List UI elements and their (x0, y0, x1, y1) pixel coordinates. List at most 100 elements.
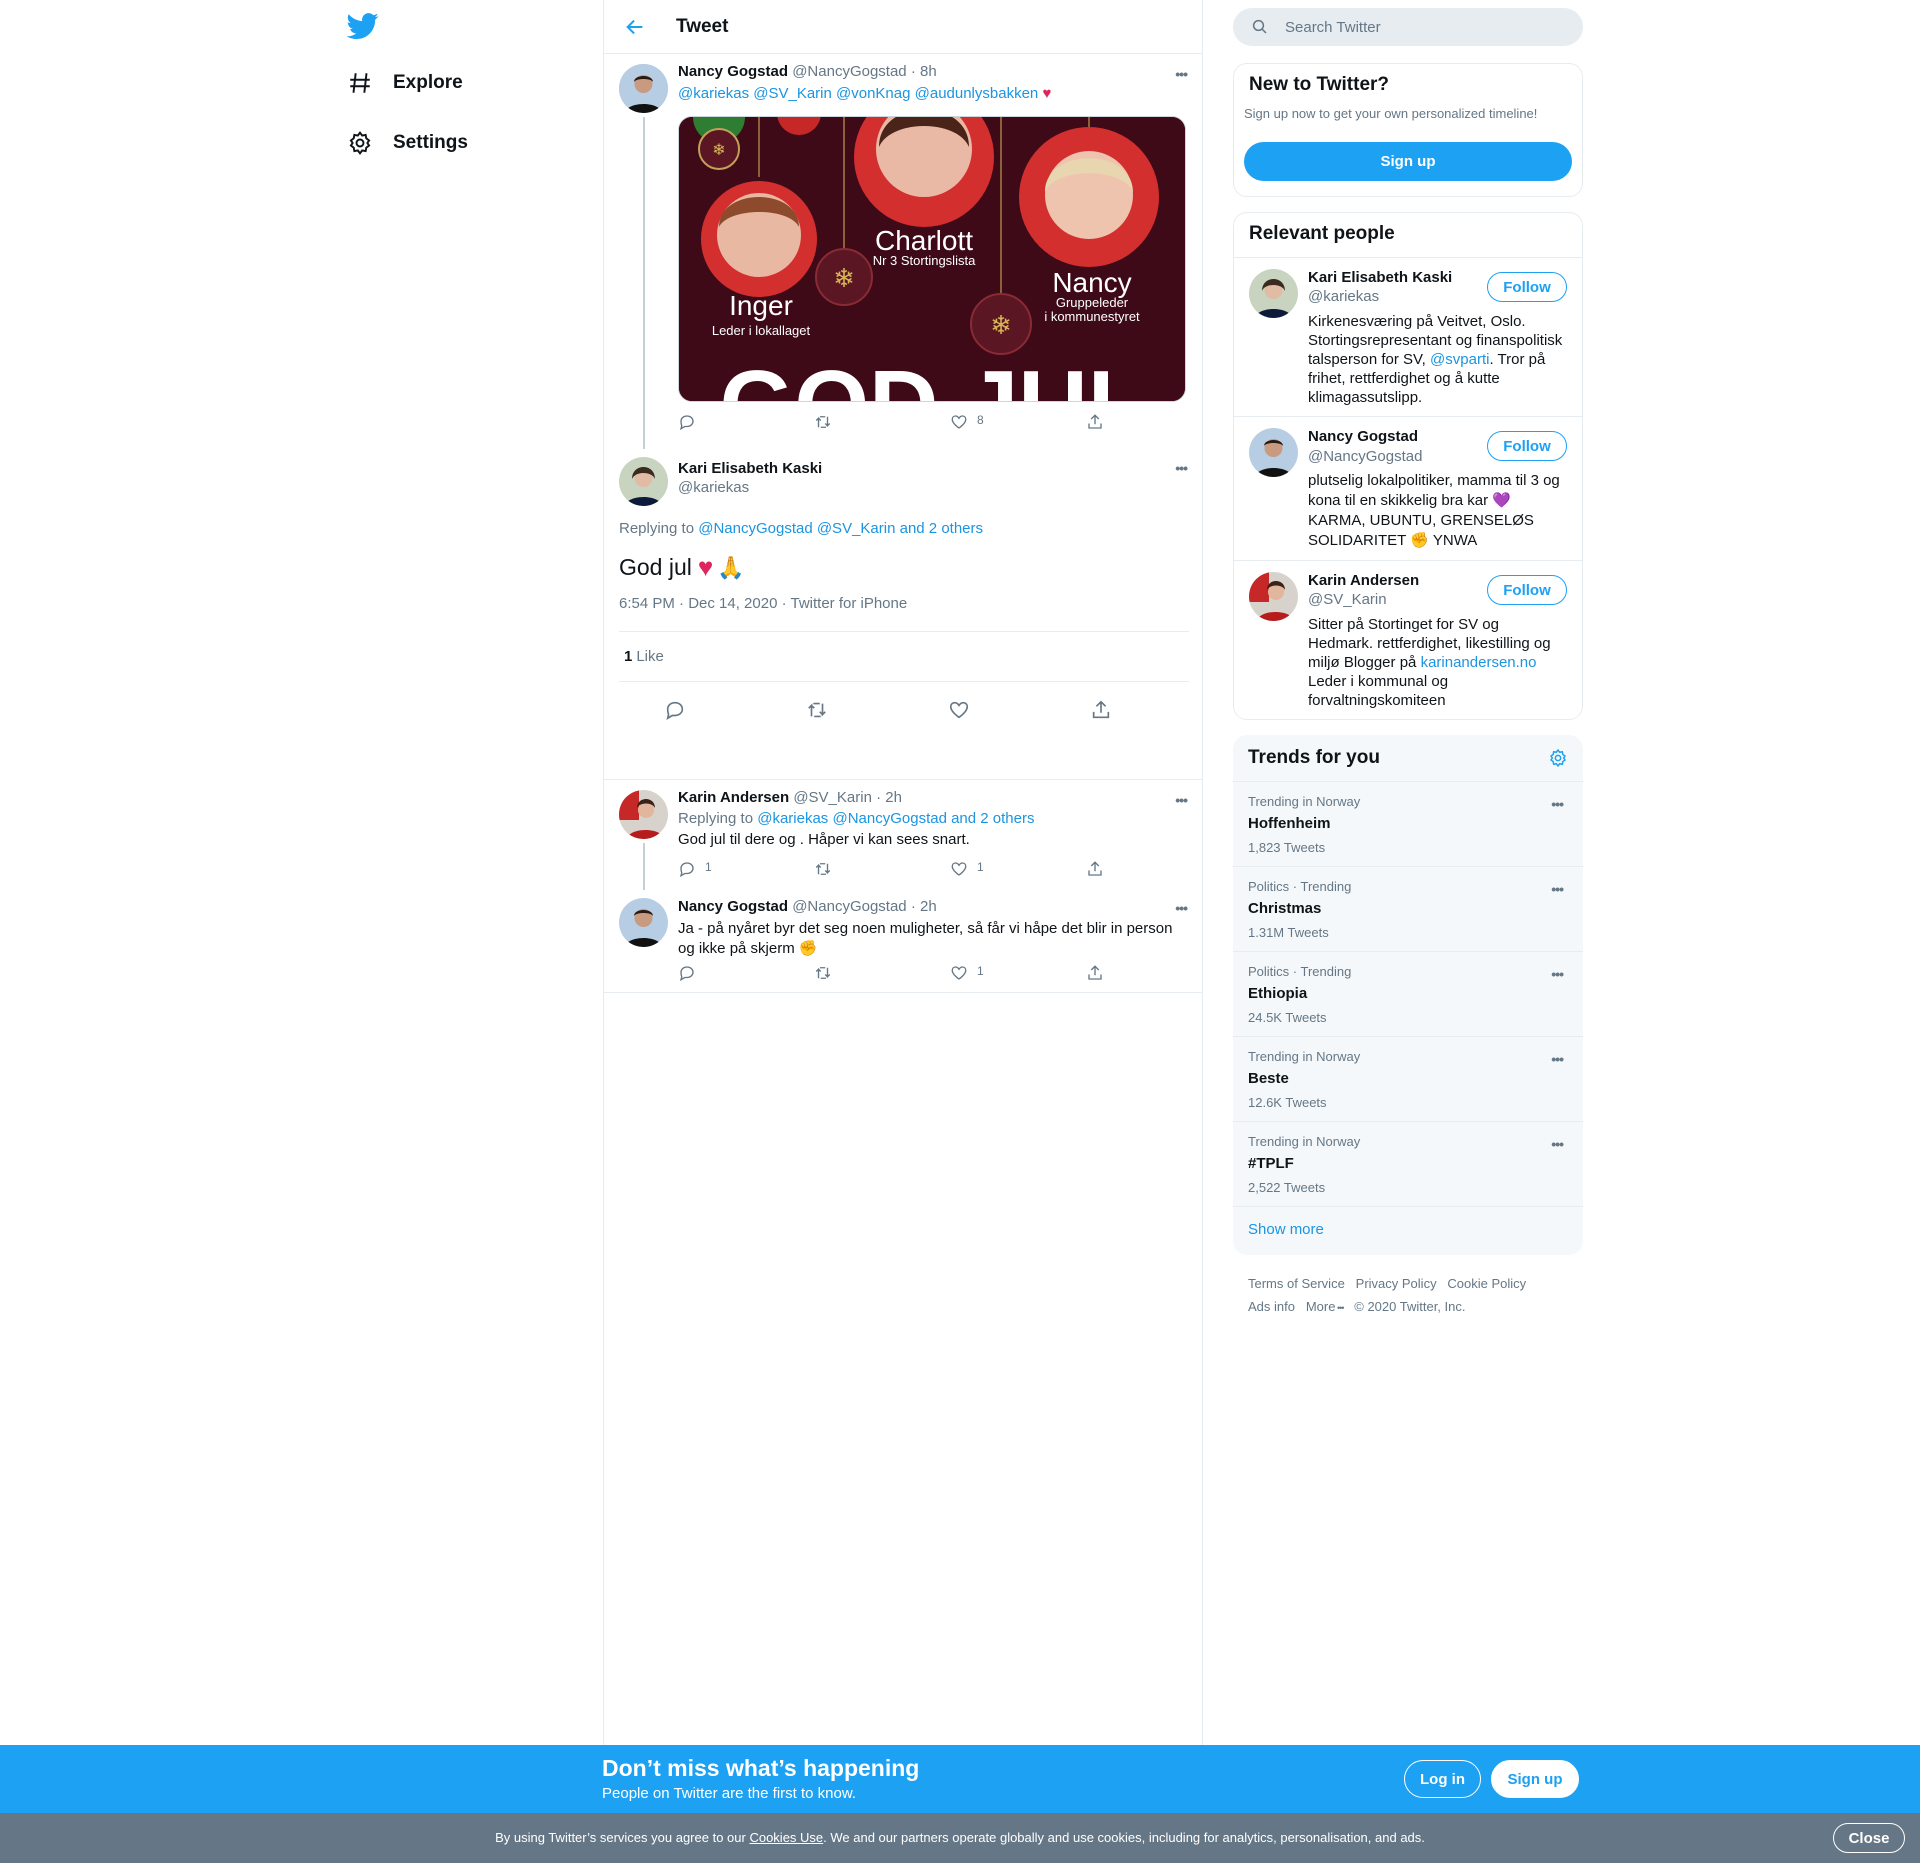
like-button[interactable]: 1 (950, 860, 1086, 878)
author-handle[interactable]: @NancyGogstad (792, 63, 906, 80)
cookie-close-button[interactable]: Close (1833, 1823, 1905, 1853)
follow-button[interactable]: Follow (1487, 431, 1567, 461)
reply-button[interactable]: 1 (678, 860, 814, 878)
like-button[interactable]: 8 (950, 413, 1086, 431)
more-options-icon[interactable]: ••• (1551, 1051, 1564, 1067)
replying-mentions[interactable]: @kariekas @NancyGogstad and 2 others (757, 810, 1034, 827)
avatar[interactable] (619, 790, 668, 839)
nav-explore[interactable]: Explore (347, 63, 463, 103)
share-button[interactable] (1086, 860, 1222, 878)
focal-actions (664, 699, 1232, 721)
avatar[interactable] (1249, 572, 1298, 621)
trends-settings-icon[interactable] (1548, 748, 1568, 768)
like-button[interactable] (948, 699, 1090, 721)
more-options-icon[interactable]: ••• (1175, 900, 1188, 916)
back-arrow-icon[interactable] (624, 16, 646, 38)
avatar[interactable] (619, 457, 668, 506)
trends-title: Trends for you (1248, 747, 1380, 768)
follow-button[interactable]: Follow (1487, 575, 1567, 605)
reply-button[interactable] (678, 964, 814, 982)
bio-link[interactable]: @svparti (1430, 351, 1489, 368)
author-handle[interactable]: @SV_Karin (793, 789, 872, 806)
retweet-button[interactable] (814, 860, 950, 878)
retweet-icon (815, 967, 831, 979)
image-name-1: Inger (729, 290, 793, 321)
reply-button[interactable] (664, 699, 806, 721)
more-options-icon[interactable]: ••• (1175, 792, 1188, 808)
banner-signup-button[interactable]: Sign up (1491, 1760, 1579, 1798)
image-role-4: i kommunestyret (1044, 309, 1140, 324)
author-name[interactable]: Nancy Gogstad (678, 63, 788, 80)
trend-count: 1.31M Tweets (1248, 925, 1329, 940)
twitter-logo-icon[interactable] (347, 10, 379, 42)
author-name[interactable]: Nancy Gogstad (678, 898, 788, 915)
more-options-icon[interactable]: ••• (1551, 796, 1564, 812)
login-button[interactable]: Log in (1404, 1760, 1481, 1798)
trend-item[interactable]: Politics · Trending Christmas 1.31M Twee… (1233, 866, 1583, 951)
tweet-time[interactable]: · 8h (911, 63, 937, 80)
avatar[interactable] (619, 64, 668, 113)
more-options-icon[interactable]: ••• (1175, 66, 1188, 82)
parent-tweet[interactable]: Nancy Gogstad @NancyGogstad · 8h ••• @ka… (604, 54, 1202, 449)
tweet-image[interactable]: ❄ ❄ ❄ Inger Leder i lokallaget Charlott … (678, 116, 1186, 402)
trend-item[interactable]: Trending in Norway Beste 12.6K Tweets ••… (1233, 1036, 1583, 1121)
more-link[interactable]: More (1306, 1299, 1336, 1314)
replying-more[interactable]: and 2 others (900, 520, 983, 537)
trend-item[interactable]: Politics · Trending Ethiopia 24.5K Tweet… (1233, 951, 1583, 1036)
trend-context: Trending in Norway (1248, 1134, 1361, 1149)
cookies-use-link[interactable]: Cookies Use (749, 1830, 823, 1845)
likes-row[interactable]: 1 Like (619, 631, 1189, 682)
person-card[interactable]: Follow Kari Elisabeth Kaski @kariekas Ki… (1234, 257, 1582, 416)
reply-tweet[interactable]: Karin Andersen @SV_Karin · 2h ••• Replyi… (604, 780, 1202, 890)
retweet-button[interactable] (814, 964, 950, 982)
terms-link[interactable]: Terms of Service (1248, 1276, 1345, 1291)
trend-context: Politics · Trending (1248, 964, 1352, 979)
retweet-button[interactable] (814, 413, 950, 431)
retweet-icon (808, 702, 826, 718)
author-name[interactable]: Kari Elisabeth Kaski (678, 460, 822, 477)
retweet-button[interactable] (806, 699, 948, 721)
author-handle[interactable]: @NancyGogstad (792, 898, 906, 915)
reply-tweet[interactable]: Nancy Gogstad @NancyGogstad · 2h ••• Ja … (604, 890, 1202, 993)
author-handle[interactable]: @kariekas (678, 479, 822, 496)
like-button[interactable]: 1 (950, 964, 1086, 982)
tweet-time[interactable]: · 2h (876, 789, 902, 806)
show-more-link[interactable]: Show more (1233, 1206, 1583, 1252)
trend-count: 24.5K Tweets (1248, 1010, 1327, 1025)
tweet-time[interactable]: · 2h (911, 898, 937, 915)
tweet-mentions[interactable]: @kariekas @SV_Karin @vonKnag @audunlysba… (678, 85, 1038, 102)
avatar[interactable] (619, 898, 668, 947)
search-placeholder: Search Twitter (1285, 18, 1381, 36)
cookie-link[interactable]: Cookie Policy (1447, 1276, 1526, 1291)
person-card[interactable]: Follow Karin Andersen @SV_Karin Sitter p… (1234, 560, 1582, 719)
reply-button[interactable] (678, 413, 814, 431)
trend-context: Politics · Trending (1248, 879, 1352, 894)
replying-mentions[interactable]: @NancyGogstad @SV_Karin (698, 520, 895, 537)
more-options-icon[interactable]: ••• (1551, 881, 1564, 897)
ads-info-link[interactable]: Ads info (1248, 1299, 1295, 1314)
more-options-icon[interactable]: ••• (1551, 1136, 1564, 1152)
person-card[interactable]: Follow Nancy Gogstad @NancyGogstad pluts… (1234, 416, 1582, 560)
image-name-3: Nancy (1052, 267, 1131, 298)
nav-settings[interactable]: Settings (347, 123, 468, 163)
new-to-twitter-panel: New to Twitter? Sign up now to get your … (1233, 63, 1583, 197)
heart-icon (949, 701, 969, 719)
bio-link[interactable]: karinandersen.no (1421, 654, 1537, 671)
reply-count: 1 (705, 860, 712, 874)
more-options-icon[interactable]: ••• (1551, 966, 1564, 982)
search-box[interactable]: Search Twitter (1233, 8, 1583, 46)
avatar[interactable] (1249, 428, 1298, 477)
share-button[interactable] (1090, 699, 1232, 721)
more-options-icon[interactable]: ••• (1175, 460, 1188, 476)
privacy-link[interactable]: Privacy Policy (1356, 1276, 1437, 1291)
share-button[interactable] (1086, 413, 1222, 431)
trend-item[interactable]: Trending in Norway Hoffenheim 1,823 Twee… (1233, 781, 1583, 866)
sign-up-button[interactable]: Sign up (1244, 142, 1572, 181)
avatar[interactable] (1249, 269, 1298, 318)
author-name[interactable]: Karin Andersen (678, 789, 789, 806)
trend-item[interactable]: Trending in Norway #TPLF 2,522 Tweets ••… (1233, 1121, 1583, 1206)
follow-button[interactable]: Follow (1487, 272, 1567, 302)
share-button[interactable] (1086, 964, 1222, 982)
replying-prefix: Replying to (678, 810, 754, 827)
tweet-meta[interactable]: 6:54 PM · Dec 14, 2020 · Twitter for iPh… (619, 595, 907, 612)
